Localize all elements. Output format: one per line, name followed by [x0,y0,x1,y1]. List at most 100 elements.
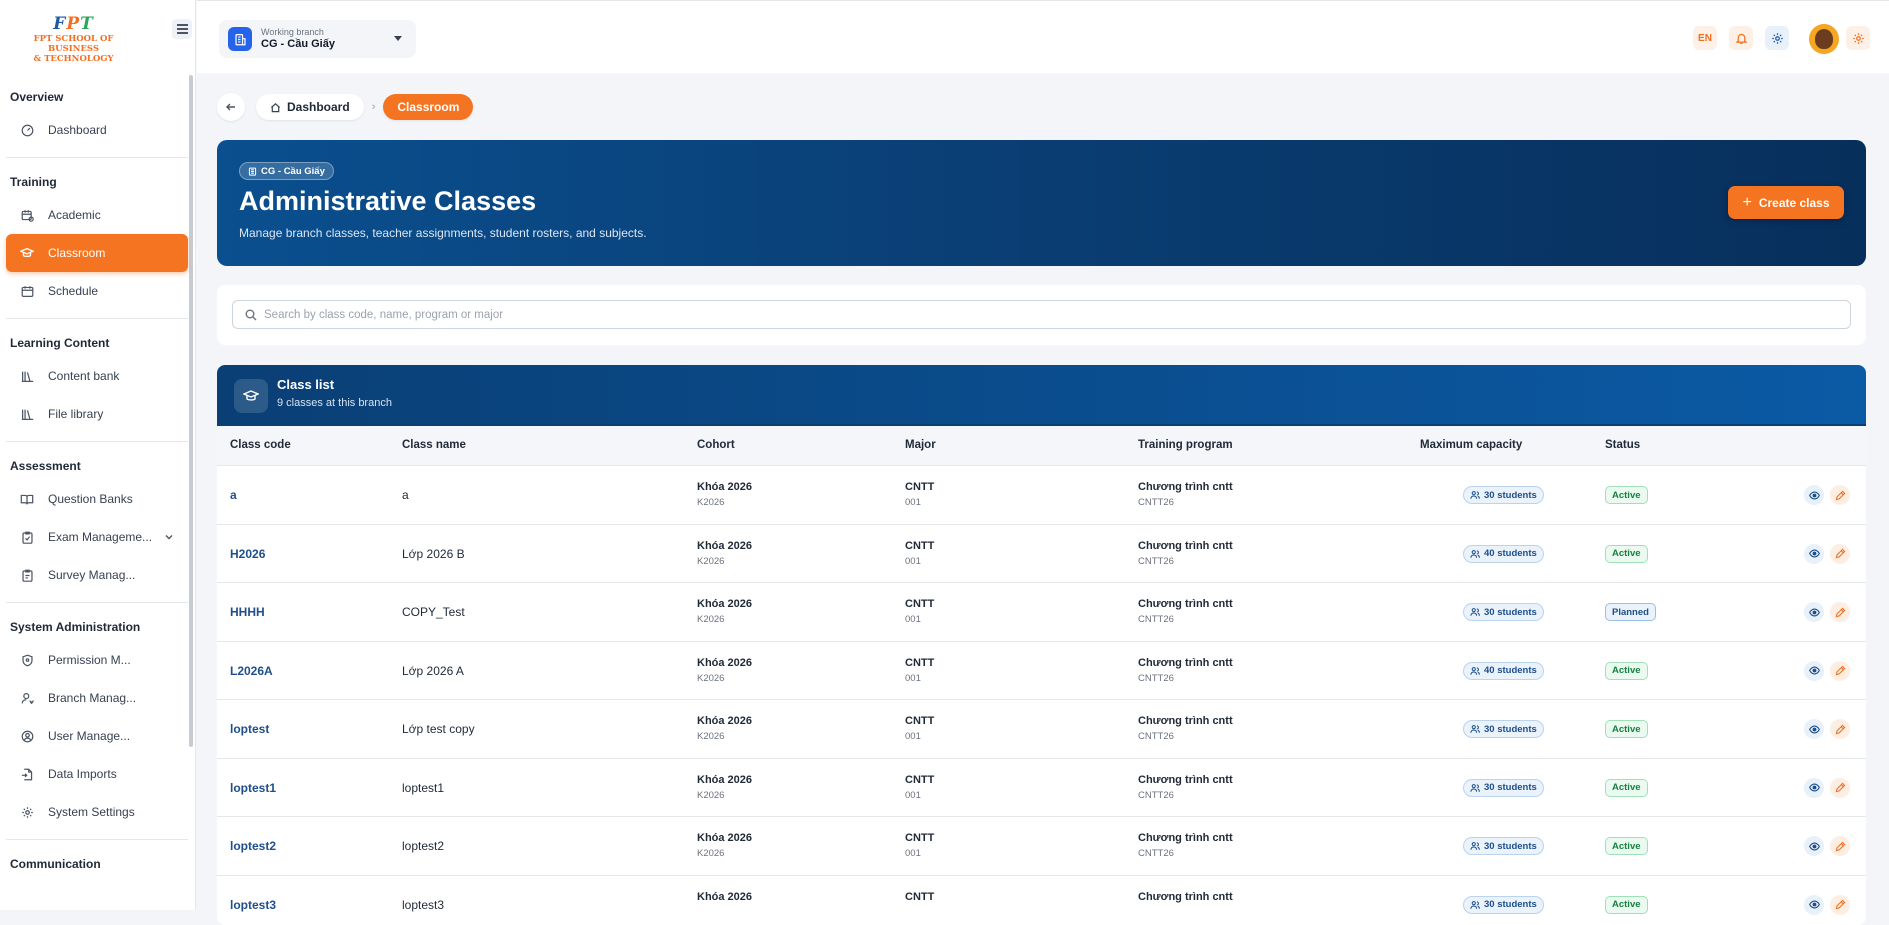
sidebar-item-branch-management[interactable]: Branch Manag... [6,679,188,717]
view-button[interactable] [1804,544,1824,564]
program-code: CNTT26 [1138,672,1233,685]
edit-button[interactable] [1830,836,1850,856]
preferences-button[interactable] [1846,26,1870,50]
cohort-cell: Khóa 2026 [697,890,752,906]
sidebar-item-user-management[interactable]: User Manage... [6,717,188,755]
edit-button[interactable] [1830,895,1850,915]
program-cell: Chương trình cntt [1138,890,1233,906]
class-code-link[interactable]: L2026A [230,664,273,678]
notifications-button[interactable] [1729,26,1753,50]
sidebar-item-content-bank[interactable]: Content bank [6,357,188,395]
class-code-link[interactable]: loptest [230,722,269,736]
cohort-cell: Khóa 2026K2026 [697,597,752,626]
class-code-link[interactable]: H2026 [230,547,265,561]
column-header-class-name[interactable]: Class name [402,439,466,451]
search-input[interactable] [264,309,1824,321]
edit-button[interactable] [1830,661,1850,681]
section-title-system-administration: System Administration [0,613,196,641]
sidebar-item-survey-management[interactable]: Survey Manag... [6,556,188,594]
breadcrumb-classroom[interactable]: Classroom [383,94,473,120]
column-header-status[interactable]: Status [1605,439,1640,451]
class-code-link[interactable]: loptest2 [230,839,276,853]
pencil-icon [1835,665,1846,676]
sidebar-item-file-library[interactable]: File library [6,395,188,433]
table-row[interactable]: loptestLớp test copyKhóa 2026K2026CNTT00… [217,700,1866,759]
sidebar-item-question-banks[interactable]: Question Banks [6,480,188,518]
class-name: loptest3 [402,898,444,912]
sidebar-nav: Overview Dashboard Training Academic Cla… [0,83,196,878]
table-row[interactable]: aaKhóa 2026K2026CNTT001Chương trình cntt… [217,466,1866,525]
table-row[interactable]: loptest3loptest3Khóa 2026CNTTChương trìn… [217,876,1866,925]
search-box[interactable] [232,300,1851,329]
edit-button[interactable] [1830,485,1850,505]
view-button[interactable] [1804,895,1824,915]
fpt-logo[interactable]: FPT FPT SCHOOL OF BUSINESS & TECHNOLOGY [11,14,136,64]
class-code-link[interactable]: loptest3 [230,898,276,912]
breadcrumb-label: Dashboard [287,100,350,114]
table-row[interactable]: H2026Lớp 2026 BKhóa 2026K2026CNTT001Chươ… [217,525,1866,584]
major-name: CNTT [905,714,934,728]
language-button[interactable]: EN [1693,26,1717,50]
table-row[interactable]: HHHHCOPY_TestKhóa 2026K2026CNTT001Chương… [217,583,1866,642]
column-header-major[interactable]: Major [905,439,936,451]
column-header-maximum-capacity[interactable]: Maximum capacity [1420,439,1522,451]
branch-selector[interactable]: Working branch CG - Cầu Giấy [219,20,416,58]
view-button[interactable] [1804,778,1824,798]
sidebar-item-system-settings[interactable]: System Settings [6,793,188,831]
sidebar-item-label: Content bank [48,369,119,383]
cohort-cell: Khóa 2026K2026 [697,656,752,685]
program-cell: Chương trình cnttCNTT26 [1138,831,1233,860]
sidebar-item-academic[interactable]: Academic [6,196,188,234]
back-button[interactable] [217,93,245,121]
column-header-training-program[interactable]: Training program [1138,439,1233,451]
sidebar-item-schedule[interactable]: Schedule [6,272,188,310]
major-code: 001 [905,847,934,860]
table-row[interactable]: loptest2loptest2Khóa 2026K2026CNTT001Chư… [217,817,1866,876]
plus-icon: + [1742,197,1751,209]
edit-button[interactable] [1830,544,1850,564]
view-button[interactable] [1804,836,1824,856]
section-title-assessment: Assessment [0,452,196,480]
create-class-button[interactable]: + Create class [1728,186,1844,219]
edit-button[interactable] [1830,602,1850,622]
chevron-down-icon[interactable] [164,531,174,545]
class-name: loptest2 [402,839,444,853]
view-button[interactable] [1804,719,1824,739]
column-header-cohort[interactable]: Cohort [697,439,735,451]
program-code: CNTT26 [1138,789,1233,802]
users-icon [1470,490,1480,500]
breadcrumb-dashboard[interactable]: Dashboard [256,94,364,120]
users-icon [1470,900,1480,910]
capacity-badge: 30 students [1463,720,1544,738]
sidebar-item-permission-management[interactable]: Permission M... [6,641,188,679]
user-avatar[interactable] [1809,24,1839,54]
edit-button[interactable] [1830,719,1850,739]
cohort-name: Khóa 2026 [697,890,752,904]
class-code-link[interactable]: loptest1 [230,781,276,795]
program-cell: Chương trình cnttCNTT26 [1138,656,1233,685]
sidebar-item-data-imports[interactable]: Data Imports [6,755,188,793]
settings-button[interactable] [1765,26,1789,50]
class-code-link[interactable]: HHHH [230,605,265,619]
program-name: Chương trình cntt [1138,831,1233,845]
table-row[interactable]: L2026ALớp 2026 AKhóa 2026K2026CNTT001Chư… [217,642,1866,701]
users-icon [1470,783,1480,793]
eye-icon [1809,665,1820,676]
sidebar-item-classroom[interactable]: Classroom [6,234,188,272]
menu-toggle-button[interactable] [172,19,192,39]
class-code-link[interactable]: a [230,488,237,502]
view-button[interactable] [1804,602,1824,622]
pencil-icon [1835,782,1846,793]
library-icon [20,369,34,383]
major-cell: CNTT001 [905,539,934,568]
building-icon [228,27,252,51]
sidebar-item-exam-management[interactable]: Exam Manageme... [6,518,188,556]
cohort-name: Khóa 2026 [697,480,752,494]
edit-button[interactable] [1830,778,1850,798]
view-button[interactable] [1804,485,1824,505]
view-button[interactable] [1804,661,1824,681]
sidebar-item-dashboard[interactable]: Dashboard [6,111,188,149]
column-header-class-code[interactable]: Class code [230,439,291,451]
table-row[interactable]: loptest1loptest1Khóa 2026K2026CNTT001Chư… [217,759,1866,818]
table-column-headers: Class code Class name Cohort Major Train… [217,426,1866,466]
